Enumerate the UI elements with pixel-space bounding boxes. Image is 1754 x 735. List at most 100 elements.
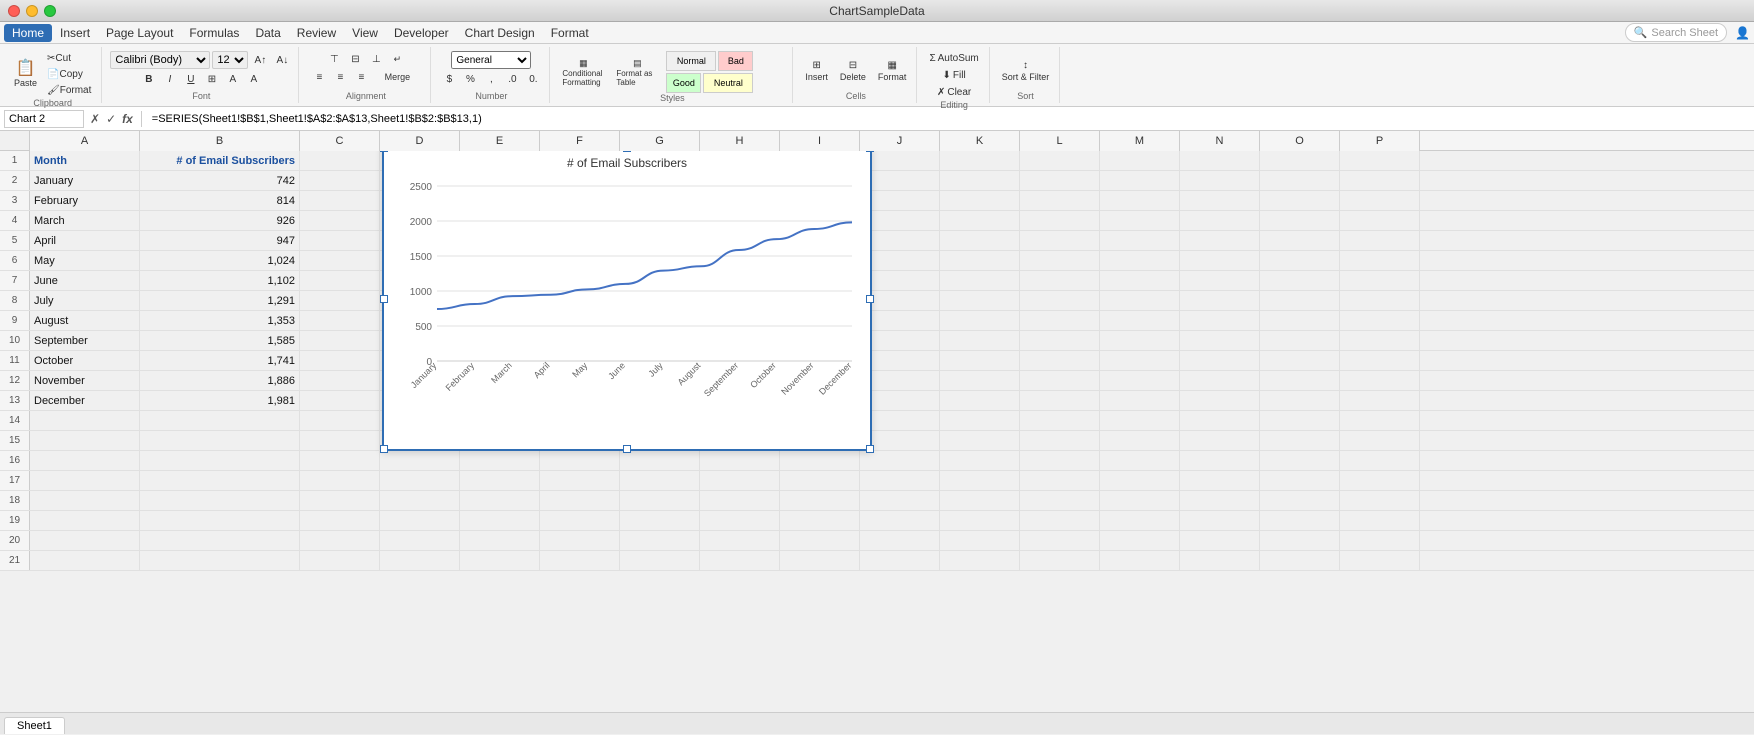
cell-d-21[interactable]	[380, 551, 460, 570]
number-format-select[interactable]: General	[451, 51, 531, 69]
menu-data[interactable]: Data	[247, 24, 288, 42]
close-button[interactable]	[8, 5, 20, 17]
cell-p-2[interactable]	[1340, 171, 1420, 190]
cell-i-20[interactable]	[780, 531, 860, 550]
cell-k-2[interactable]	[940, 171, 1020, 190]
cell-m-4[interactable]	[1100, 211, 1180, 230]
cell-a-12[interactable]: November	[30, 371, 140, 390]
cell-i-21[interactable]	[780, 551, 860, 570]
sheet-tab-1[interactable]: Sheet1	[4, 717, 65, 734]
cell-o-10[interactable]	[1260, 331, 1340, 350]
cell-o-3[interactable]	[1260, 191, 1340, 210]
cell-p-18[interactable]	[1340, 491, 1420, 510]
col-header-b[interactable]: B	[140, 131, 300, 151]
cell-l-5[interactable]	[1020, 231, 1100, 250]
cell-m-15[interactable]	[1100, 431, 1180, 450]
cell-m-5[interactable]	[1100, 231, 1180, 250]
cell-p-21[interactable]	[1340, 551, 1420, 570]
cell-k-21[interactable]	[940, 551, 1020, 570]
cell-f-16[interactable]	[540, 451, 620, 470]
cell-a-21[interactable]	[30, 551, 140, 570]
cell-k-10[interactable]	[940, 331, 1020, 350]
cell-b-13[interactable]: 1,981	[140, 391, 300, 410]
cell-a-4[interactable]: March	[30, 211, 140, 230]
cell-i-19[interactable]	[780, 511, 860, 530]
cell-g-17[interactable]	[620, 471, 700, 490]
cell-g-16[interactable]	[620, 451, 700, 470]
cell-a-1[interactable]: Month	[30, 151, 140, 170]
cell-a-15[interactable]	[30, 431, 140, 450]
increase-decimal-button[interactable]: .0	[502, 71, 522, 87]
cell-p-10[interactable]	[1340, 331, 1420, 350]
cell-m-13[interactable]	[1100, 391, 1180, 410]
cell-p-7[interactable]	[1340, 271, 1420, 290]
col-header-k[interactable]: K	[940, 131, 1020, 151]
cell-m-3[interactable]	[1100, 191, 1180, 210]
cell-k-8[interactable]	[940, 291, 1020, 310]
cell-c-4[interactable]	[300, 211, 380, 230]
cell-l-12[interactable]	[1020, 371, 1100, 390]
cell-g-18[interactable]	[620, 491, 700, 510]
copy-button[interactable]: 📄 Copy	[43, 67, 95, 82]
menu-home[interactable]: Home	[4, 24, 52, 42]
format-button[interactable]: 🖌 Format	[43, 83, 95, 98]
sort-filter-button[interactable]: ↕ Sort & Filter	[998, 58, 1054, 84]
cell-b-12[interactable]: 1,886	[140, 371, 300, 390]
cell-m-12[interactable]	[1100, 371, 1180, 390]
cell-c-5[interactable]	[300, 231, 380, 250]
chart-handle-ml[interactable]	[380, 295, 388, 303]
cell-m-21[interactable]	[1100, 551, 1180, 570]
cell-b-14[interactable]	[140, 411, 300, 430]
cell-a-2[interactable]: January	[30, 171, 140, 190]
col-header-n[interactable]: N	[1180, 131, 1260, 151]
cell-p-4[interactable]	[1340, 211, 1420, 230]
cell-l-20[interactable]	[1020, 531, 1100, 550]
cell-d-18[interactable]	[380, 491, 460, 510]
col-header-a[interactable]: A	[30, 131, 140, 151]
cell-c-10[interactable]	[300, 331, 380, 350]
underline-button[interactable]: U	[181, 71, 201, 87]
cell-n-8[interactable]	[1180, 291, 1260, 310]
cell-j-10[interactable]	[860, 331, 940, 350]
cell-h-17[interactable]	[700, 471, 780, 490]
cell-j-7[interactable]	[860, 271, 940, 290]
conditional-formatting-button[interactable]: ▦ Conditional Formatting	[558, 56, 608, 89]
cell-d-17[interactable]	[380, 471, 460, 490]
cell-n-20[interactable]	[1180, 531, 1260, 550]
cell-n-14[interactable]	[1180, 411, 1260, 430]
cell-i-17[interactable]	[780, 471, 860, 490]
cell-o-20[interactable]	[1260, 531, 1340, 550]
cell-h-20[interactable]	[700, 531, 780, 550]
chart-handle-bc[interactable]	[623, 445, 631, 453]
cell-d-20[interactable]	[380, 531, 460, 550]
cell-a-10[interactable]: September	[30, 331, 140, 350]
cell-k-6[interactable]	[940, 251, 1020, 270]
cell-g-21[interactable]	[620, 551, 700, 570]
cell-k-14[interactable]	[940, 411, 1020, 430]
cell-c-19[interactable]	[300, 511, 380, 530]
cell-j-18[interactable]	[860, 491, 940, 510]
cell-c-8[interactable]	[300, 291, 380, 310]
cell-l-10[interactable]	[1020, 331, 1100, 350]
cell-m-6[interactable]	[1100, 251, 1180, 270]
col-header-d[interactable]: D	[380, 131, 460, 151]
cell-b-17[interactable]	[140, 471, 300, 490]
cell-k-17[interactable]	[940, 471, 1020, 490]
cell-o-18[interactable]	[1260, 491, 1340, 510]
cell-c-1[interactable]	[300, 151, 380, 170]
cell-a-20[interactable]	[30, 531, 140, 550]
cell-b-8[interactable]: 1,291	[140, 291, 300, 310]
window-controls[interactable]	[8, 5, 56, 17]
cell-n-13[interactable]	[1180, 391, 1260, 410]
cell-b-5[interactable]: 947	[140, 231, 300, 250]
cell-k-11[interactable]	[940, 351, 1020, 370]
col-header-i[interactable]: I	[780, 131, 860, 151]
cell-m-14[interactable]	[1100, 411, 1180, 430]
cell-j-14[interactable]	[860, 411, 940, 430]
menu-view[interactable]: View	[344, 24, 386, 42]
cell-k-13[interactable]	[940, 391, 1020, 410]
menu-chart-design[interactable]: Chart Design	[457, 24, 543, 42]
cell-m-7[interactable]	[1100, 271, 1180, 290]
cell-n-7[interactable]	[1180, 271, 1260, 290]
cell-j-16[interactable]	[860, 451, 940, 470]
